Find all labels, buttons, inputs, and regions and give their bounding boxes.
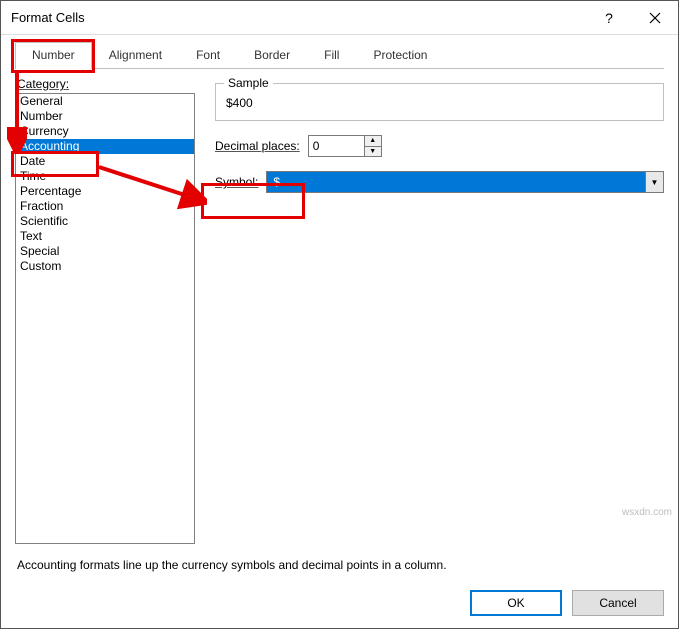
category-item-general[interactable]: General <box>16 94 194 109</box>
tab-protection[interactable]: Protection <box>356 42 444 69</box>
format-cells-dialog: Format Cells ? NumberAlignmentFontBorder… <box>0 0 679 629</box>
symbol-label: Symbol: <box>215 175 258 189</box>
category-label: Category: <box>15 77 195 91</box>
category-item-time[interactable]: Time <box>16 169 194 184</box>
tab-fill[interactable]: Fill <box>307 42 356 69</box>
chevron-down-icon[interactable]: ▼ <box>645 172 663 192</box>
window-title: Format Cells <box>11 10 586 25</box>
category-item-text[interactable]: Text <box>16 229 194 244</box>
tab-alignment[interactable]: Alignment <box>92 42 179 69</box>
tab-strip: NumberAlignmentFontBorderFillProtection <box>15 41 664 69</box>
category-item-currency[interactable]: Currency <box>16 124 194 139</box>
tab-font[interactable]: Font <box>179 42 237 69</box>
category-item-custom[interactable]: Custom <box>16 259 194 274</box>
category-listbox[interactable]: GeneralNumberCurrencyAccountingDateTimeP… <box>15 93 195 544</box>
close-button[interactable] <box>632 2 678 34</box>
symbol-row: Symbol: $ ▼ <box>215 171 664 193</box>
decimal-places-spinner[interactable]: 0 ▲ ▼ <box>308 135 382 157</box>
symbol-combobox[interactable]: $ ▼ <box>266 171 664 193</box>
spinner-up-icon[interactable]: ▲ <box>365 136 381 147</box>
spinner-down-icon[interactable]: ▼ <box>365 147 381 157</box>
category-item-fraction[interactable]: Fraction <box>16 199 194 214</box>
tab-number[interactable]: Number <box>15 42 92 69</box>
titlebar: Format Cells ? <box>1 1 678 35</box>
decimal-places-value[interactable]: 0 <box>309 136 364 156</box>
category-item-percentage[interactable]: Percentage <box>16 184 194 199</box>
help-button[interactable]: ? <box>586 2 632 34</box>
category-item-scientific[interactable]: Scientific <box>16 214 194 229</box>
category-item-date[interactable]: Date <box>16 154 194 169</box>
sample-label: Sample <box>224 76 273 90</box>
category-item-number[interactable]: Number <box>16 109 194 124</box>
close-icon <box>649 12 661 24</box>
sample-value: $400 <box>226 96 653 110</box>
symbol-value: $ <box>267 172 645 192</box>
category-item-accounting[interactable]: Accounting <box>16 139 194 154</box>
watermark: wsxdn.com <box>622 507 672 518</box>
tab-border[interactable]: Border <box>237 42 307 69</box>
sample-group: Sample $400 <box>215 83 664 121</box>
decimal-places-label: Decimal places: <box>215 139 300 153</box>
category-item-special[interactable]: Special <box>16 244 194 259</box>
format-description: Accounting formats line up the currency … <box>17 558 662 572</box>
decimal-places-row: Decimal places: 0 ▲ ▼ <box>215 135 664 157</box>
ok-button[interactable]: OK <box>470 590 562 616</box>
cancel-button[interactable]: Cancel <box>572 590 664 616</box>
